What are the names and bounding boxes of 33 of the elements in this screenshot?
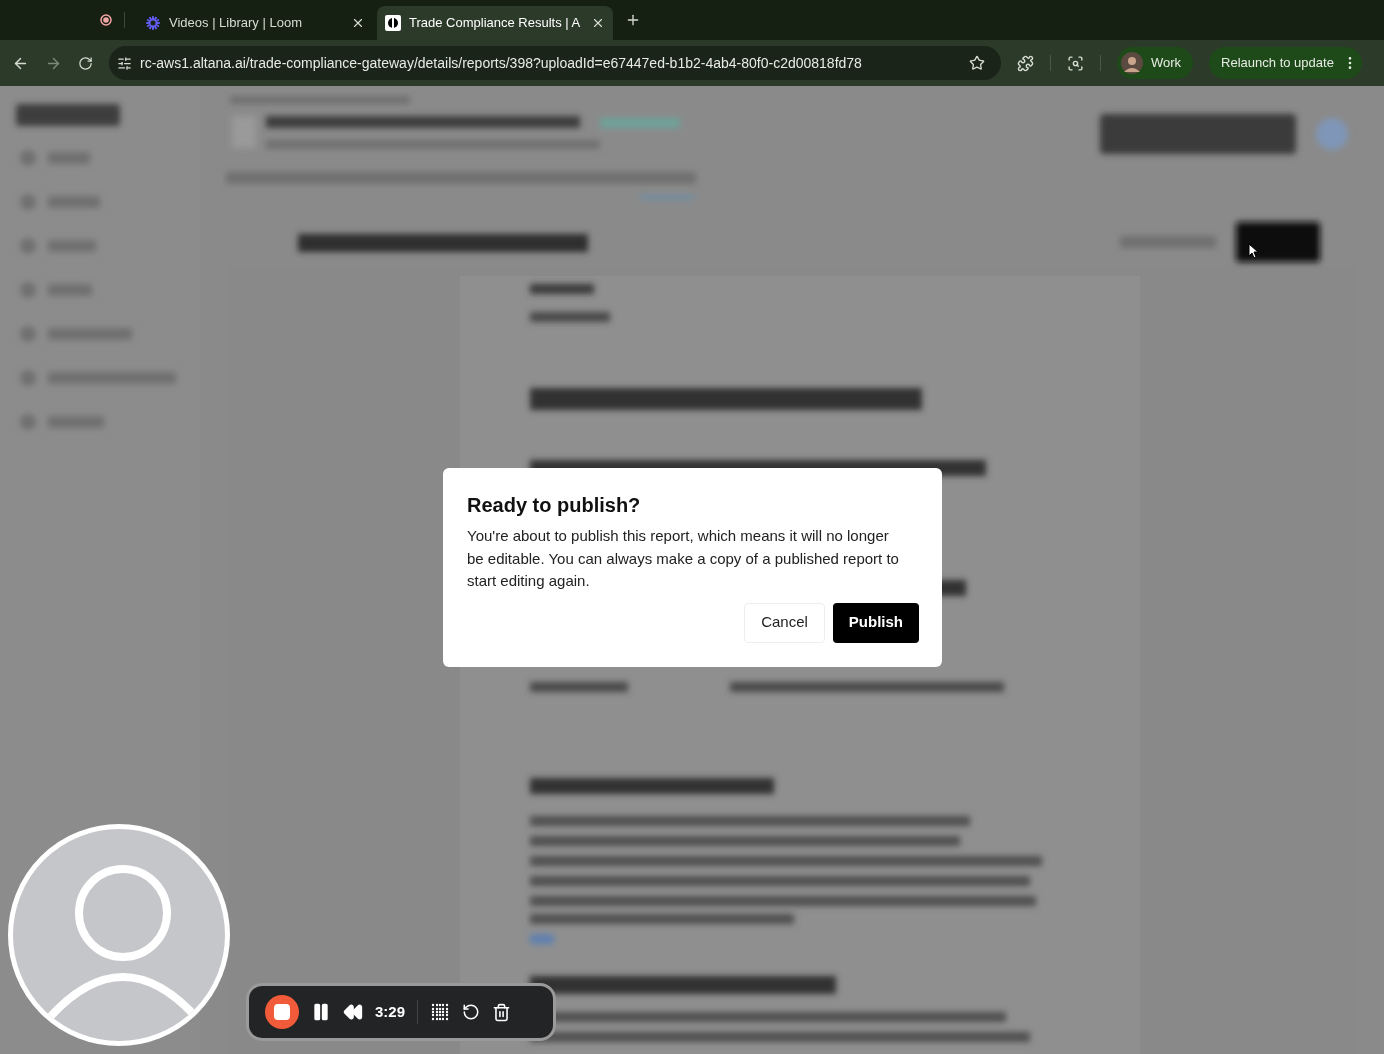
stop-icon bbox=[274, 1004, 290, 1020]
restart-icon[interactable] bbox=[462, 1003, 481, 1021]
dialog-message: You're about to publish this report, which means it will no longer be editable. You can always make a copy of a published report to start editing again. bbox=[467, 526, 900, 591]
profile-button[interactable]: Work bbox=[1117, 47, 1194, 79]
relaunch-button[interactable]: Relaunch to update bbox=[1209, 47, 1362, 79]
browser-tab[interactable]: Trade Compliance Results | A bbox=[377, 6, 613, 40]
avatar-icon bbox=[1121, 52, 1143, 74]
bookmark-icon[interactable] bbox=[969, 55, 985, 71]
address-field[interactable]: rc-aws1.altana.ai/trade-compliance-gateway/details/reports/398?uploadId=e67447ed-b1b2-4ab4-80f0-c2d00818fd78 bbox=[109, 46, 1001, 80]
pause-icon[interactable] bbox=[311, 1002, 331, 1022]
extensions-icon[interactable] bbox=[1017, 54, 1034, 72]
screen-search-icon[interactable] bbox=[1067, 54, 1084, 72]
mouse-cursor-icon bbox=[1248, 243, 1260, 259]
url-text: rc-aws1.altana.ai/trade-compliance-gateway/details/reports/398?uploadId=e67447ed-b1b2-4ab4-80f0-c2d00818fd78 bbox=[140, 53, 863, 73]
tab-title: Videos | Library | Loom bbox=[169, 14, 303, 33]
publish-button[interactable]: Publish bbox=[832, 602, 919, 643]
rewind-icon[interactable] bbox=[343, 1002, 363, 1022]
site-settings-icon[interactable] bbox=[117, 55, 132, 71]
close-icon[interactable] bbox=[351, 16, 365, 30]
stop-button[interactable] bbox=[265, 995, 299, 1029]
recording-time: 3:29 bbox=[375, 1001, 406, 1022]
site-logo-icon bbox=[385, 15, 401, 31]
starburst-icon bbox=[145, 15, 161, 31]
record-icon bbox=[100, 14, 112, 26]
dialog-title: Ready to publish? bbox=[467, 493, 642, 518]
close-icon[interactable] bbox=[591, 16, 605, 30]
tab-title: Trade Compliance Results | A bbox=[409, 14, 582, 33]
trash-icon[interactable] bbox=[492, 1002, 512, 1022]
reload-icon[interactable] bbox=[78, 55, 93, 71]
cancel-button[interactable]: Cancel bbox=[744, 602, 825, 643]
browser-tab[interactable]: Videos | Library | Loom bbox=[137, 6, 373, 40]
dot-grid-icon[interactable] bbox=[430, 1002, 451, 1022]
new-tab-icon[interactable] bbox=[625, 12, 641, 28]
